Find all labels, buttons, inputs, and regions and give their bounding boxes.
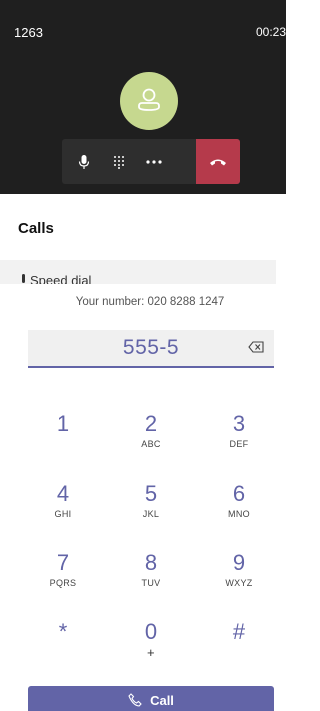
key-digit: 2 <box>144 411 158 436</box>
key-digit: * <box>58 619 68 644</box>
call-controls <box>62 139 240 184</box>
key-digit: 0 <box>144 619 158 644</box>
key-digit: # <box>232 619 246 644</box>
key-digit: 9 <box>232 550 246 575</box>
calls-heading: Calls <box>18 220 54 237</box>
microphone-icon <box>78 154 89 169</box>
key-letters: PQRS <box>49 578 77 588</box>
key-letters: DEF <box>229 439 249 449</box>
dialpad-key-9[interactable]: 9 WXYZ <box>204 550 274 589</box>
dialpad-key-5[interactable]: 5 JKL <box>116 481 186 520</box>
your-number: Your number: 020 8288 1247 <box>75 296 225 308</box>
phone-icon <box>128 693 142 707</box>
backspace-icon[interactable] <box>248 341 264 353</box>
dialpad-key-hash[interactable]: # <box>204 620 274 647</box>
more-icon <box>145 159 162 164</box>
key-letters: + <box>147 645 155 660</box>
dialpad-key-7[interactable]: 7 PQRS <box>28 550 98 589</box>
dialpad-key-0[interactable]: 0 + <box>116 619 186 661</box>
key-digit: 1 <box>56 411 70 436</box>
dial-number-input[interactable]: 555-5 <box>28 330 274 368</box>
key-digit: 6 <box>232 481 246 506</box>
dialpad-key-6[interactable]: 6 MNO <box>204 481 274 520</box>
dialpad-key-2[interactable]: 2 ABC <box>116 411 186 450</box>
key-digit: 5 <box>144 481 158 506</box>
key-letters: MNO <box>228 509 250 519</box>
active-call-panel: 1263 00:23 <box>0 0 286 194</box>
key-letters: GHI <box>54 509 72 519</box>
caller-number: 1263 <box>14 25 43 40</box>
person-icon <box>138 88 160 111</box>
speed-dial-item[interactable]: Speed dial <box>0 260 276 284</box>
mic-button[interactable] <box>66 139 101 184</box>
dialpad-button[interactable] <box>101 139 136 184</box>
dialpad-icon <box>113 155 124 169</box>
key-letters: WXYZ <box>225 578 253 588</box>
key-digit: 8 <box>144 550 158 575</box>
more-options-button[interactable] <box>136 139 171 184</box>
dialpad-key-star[interactable]: * <box>28 620 98 647</box>
hangup-button[interactable] <box>196 139 240 184</box>
call-button-label: Call <box>150 693 174 708</box>
dialpad-key-3[interactable]: 3 DEF <box>204 411 274 450</box>
key-digit: 4 <box>56 481 70 506</box>
key-digit: 3 <box>232 411 246 436</box>
dialpad-key-1[interactable]: 1 <box>28 412 98 439</box>
key-letters: ABC <box>141 439 161 449</box>
dialpad-key-4[interactable]: 4 GHI <box>28 481 98 520</box>
call-duration: 00:23 <box>255 25 286 39</box>
key-letters: TUV <box>141 578 161 588</box>
call-button[interactable]: Call <box>28 686 274 711</box>
dialpad-key-8[interactable]: 8 TUV <box>116 550 186 589</box>
key-digit: 7 <box>56 550 70 575</box>
dialed-number: 555-5 <box>122 336 180 359</box>
caller-avatar <box>120 72 178 130</box>
key-letters: JKL <box>142 509 160 519</box>
speed-dial-label: Speed dial <box>30 273 92 284</box>
hangup-icon <box>210 159 226 165</box>
speed-dial-icon <box>22 274 25 283</box>
